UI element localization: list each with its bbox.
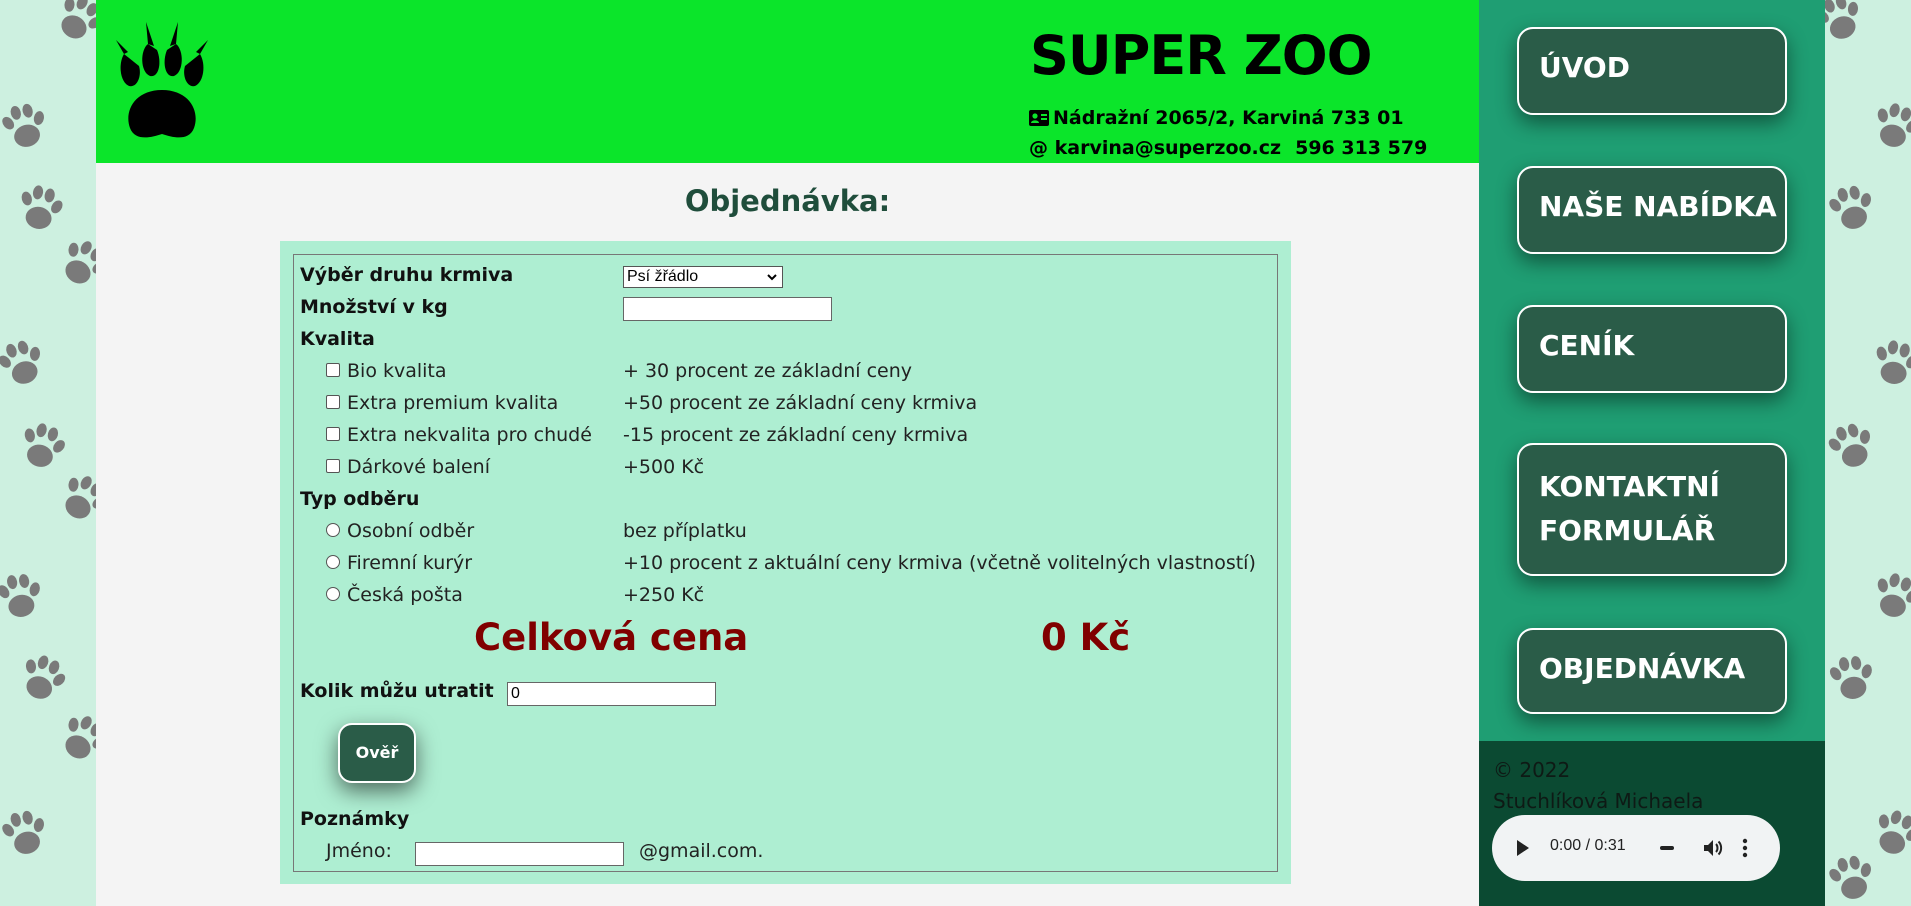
nav-nase-nabidka-label: NAŠE NABÍDKA: [1539, 190, 1777, 223]
delivery-post-radio[interactable]: [326, 587, 340, 601]
quality-bio-label: Bio kvalita: [347, 360, 447, 382]
header: SUPER ZOO Nádražní 2065/2, Karviná 733 0…: [96, 0, 1479, 163]
volume-icon[interactable]: [1702, 837, 1724, 859]
nav-nase-nabidka[interactable]: NAŠE NABÍDKA: [1517, 166, 1787, 254]
quality-label: Kvalita: [300, 328, 375, 350]
gift-wrap-label: Dárkové balení: [347, 456, 491, 478]
notes-label: Poznámky: [300, 808, 410, 830]
nav-cenik-label: CENÍK: [1539, 329, 1635, 362]
delivery-label: Typ odběru: [300, 488, 420, 510]
quality-premium-checkbox[interactable]: [326, 395, 340, 409]
site-title: SUPER ZOO: [1030, 24, 1373, 87]
total-price-value: 0 Kč: [1041, 616, 1131, 659]
quality-low-label: Extra nekvalita pro chudé: [347, 424, 592, 446]
food-type-label: Výběr druhu krmiva: [300, 264, 514, 286]
budget-label: Kolik můžu utratit: [300, 680, 494, 702]
more-icon[interactable]: [1742, 837, 1748, 859]
email-suffix: @gmail.com.: [639, 840, 764, 862]
amount-input[interactable]: [623, 297, 832, 321]
phone-text: 596 313 579: [1295, 137, 1428, 159]
copyright-author: Stuchlíková Michaela: [1493, 789, 1704, 813]
delivery-courier-desc: +10 procent z aktuální ceny krmiva (včet…: [623, 552, 1256, 574]
delivery-personal-radio[interactable]: [326, 523, 340, 537]
delivery-personal-desc: bez příplatku: [623, 520, 747, 542]
audio-progress[interactable]: [1660, 846, 1674, 850]
quality-premium-label: Extra premium kvalita: [347, 392, 559, 414]
address-line: Nádražní 2065/2, Karviná 733 01: [1029, 107, 1404, 129]
order-fieldset: Výběr druhu krmiva Psí žřádlo Množství v…: [293, 254, 1278, 872]
play-icon[interactable]: [1516, 839, 1530, 857]
nav-objednavka[interactable]: OBJEDNÁVKA: [1517, 628, 1787, 714]
total-price-label: Celková cena: [474, 616, 749, 659]
amount-label: Množství v kg: [300, 296, 448, 318]
quality-low-desc: -15 procent ze základní ceny krmiva: [623, 424, 969, 446]
chevron-down-icon: [767, 274, 777, 281]
gift-wrap-checkbox[interactable]: [326, 459, 340, 473]
nav-kontaktni-label-2: FORMULÁŘ: [1539, 514, 1716, 547]
food-type-select[interactable]: Psí žřádlo: [623, 266, 783, 288]
quality-premium-desc: +50 procent ze základní ceny krmiva: [623, 392, 978, 414]
delivery-personal-label: Osobní odběr: [347, 520, 475, 542]
nav-kontaktni-label-1: KONTAKTNÍ: [1539, 470, 1720, 503]
audio-time: 0:00 / 0:31: [1550, 837, 1626, 854]
sidebar-footer: © 2022 Stuchlíková Michaela 0:00 / 0:31: [1479, 741, 1825, 906]
delivery-post-label: Česká pošta: [347, 584, 463, 606]
budget-input[interactable]: 0: [507, 682, 716, 706]
email-phone-line: @ karvina@superzoo.cz 596 313 579: [1029, 137, 1427, 159]
order-form: Výběr druhu krmiva Psí žřádlo Množství v…: [280, 241, 1291, 884]
sidebar-nav: ÚVOD NAŠE NABÍDKA CENÍK KONTAKTNÍ FORMUL…: [1479, 0, 1825, 741]
delivery-courier-radio[interactable]: [326, 555, 340, 569]
copyright-year: © 2022: [1493, 758, 1571, 782]
verify-button[interactable]: Ověř: [338, 723, 416, 783]
nav-uvod[interactable]: ÚVOD: [1517, 27, 1787, 115]
name-input[interactable]: [415, 842, 624, 866]
address-card-icon: [1029, 110, 1049, 126]
quality-low-checkbox[interactable]: [326, 427, 340, 441]
nav-kontaktni-formular[interactable]: KONTAKTNÍ FORMULÁŘ: [1517, 443, 1787, 576]
nav-cenik[interactable]: CENÍK: [1517, 305, 1787, 393]
delivery-courier-label: Firemní kurýr: [347, 552, 473, 574]
copyright: © 2022 Stuchlíková Michaela: [1493, 755, 1703, 817]
quality-bio-checkbox[interactable]: [326, 363, 340, 377]
audio-player[interactable]: 0:00 / 0:31: [1492, 815, 1780, 881]
food-type-selected: Psí žřádlo: [627, 268, 699, 285]
paw-logo: [116, 22, 208, 138]
order-heading: Objednávka:: [684, 184, 891, 218]
address-text: Nádražní 2065/2, Karviná 733 01: [1053, 107, 1404, 129]
page: SUPER ZOO Nádražní 2065/2, Karviná 733 0…: [96, 0, 1825, 906]
gift-wrap-desc: +500 Kč: [623, 456, 705, 478]
nav-objednavka-label: OBJEDNÁVKA: [1539, 652, 1746, 685]
nav-uvod-label: ÚVOD: [1539, 51, 1630, 84]
quality-bio-desc: + 30 procent ze základní ceny: [623, 360, 913, 382]
name-label: Jméno:: [326, 840, 392, 862]
email-text: @ karvina@superzoo.cz: [1029, 137, 1282, 159]
delivery-post-desc: +250 Kč: [623, 584, 705, 606]
